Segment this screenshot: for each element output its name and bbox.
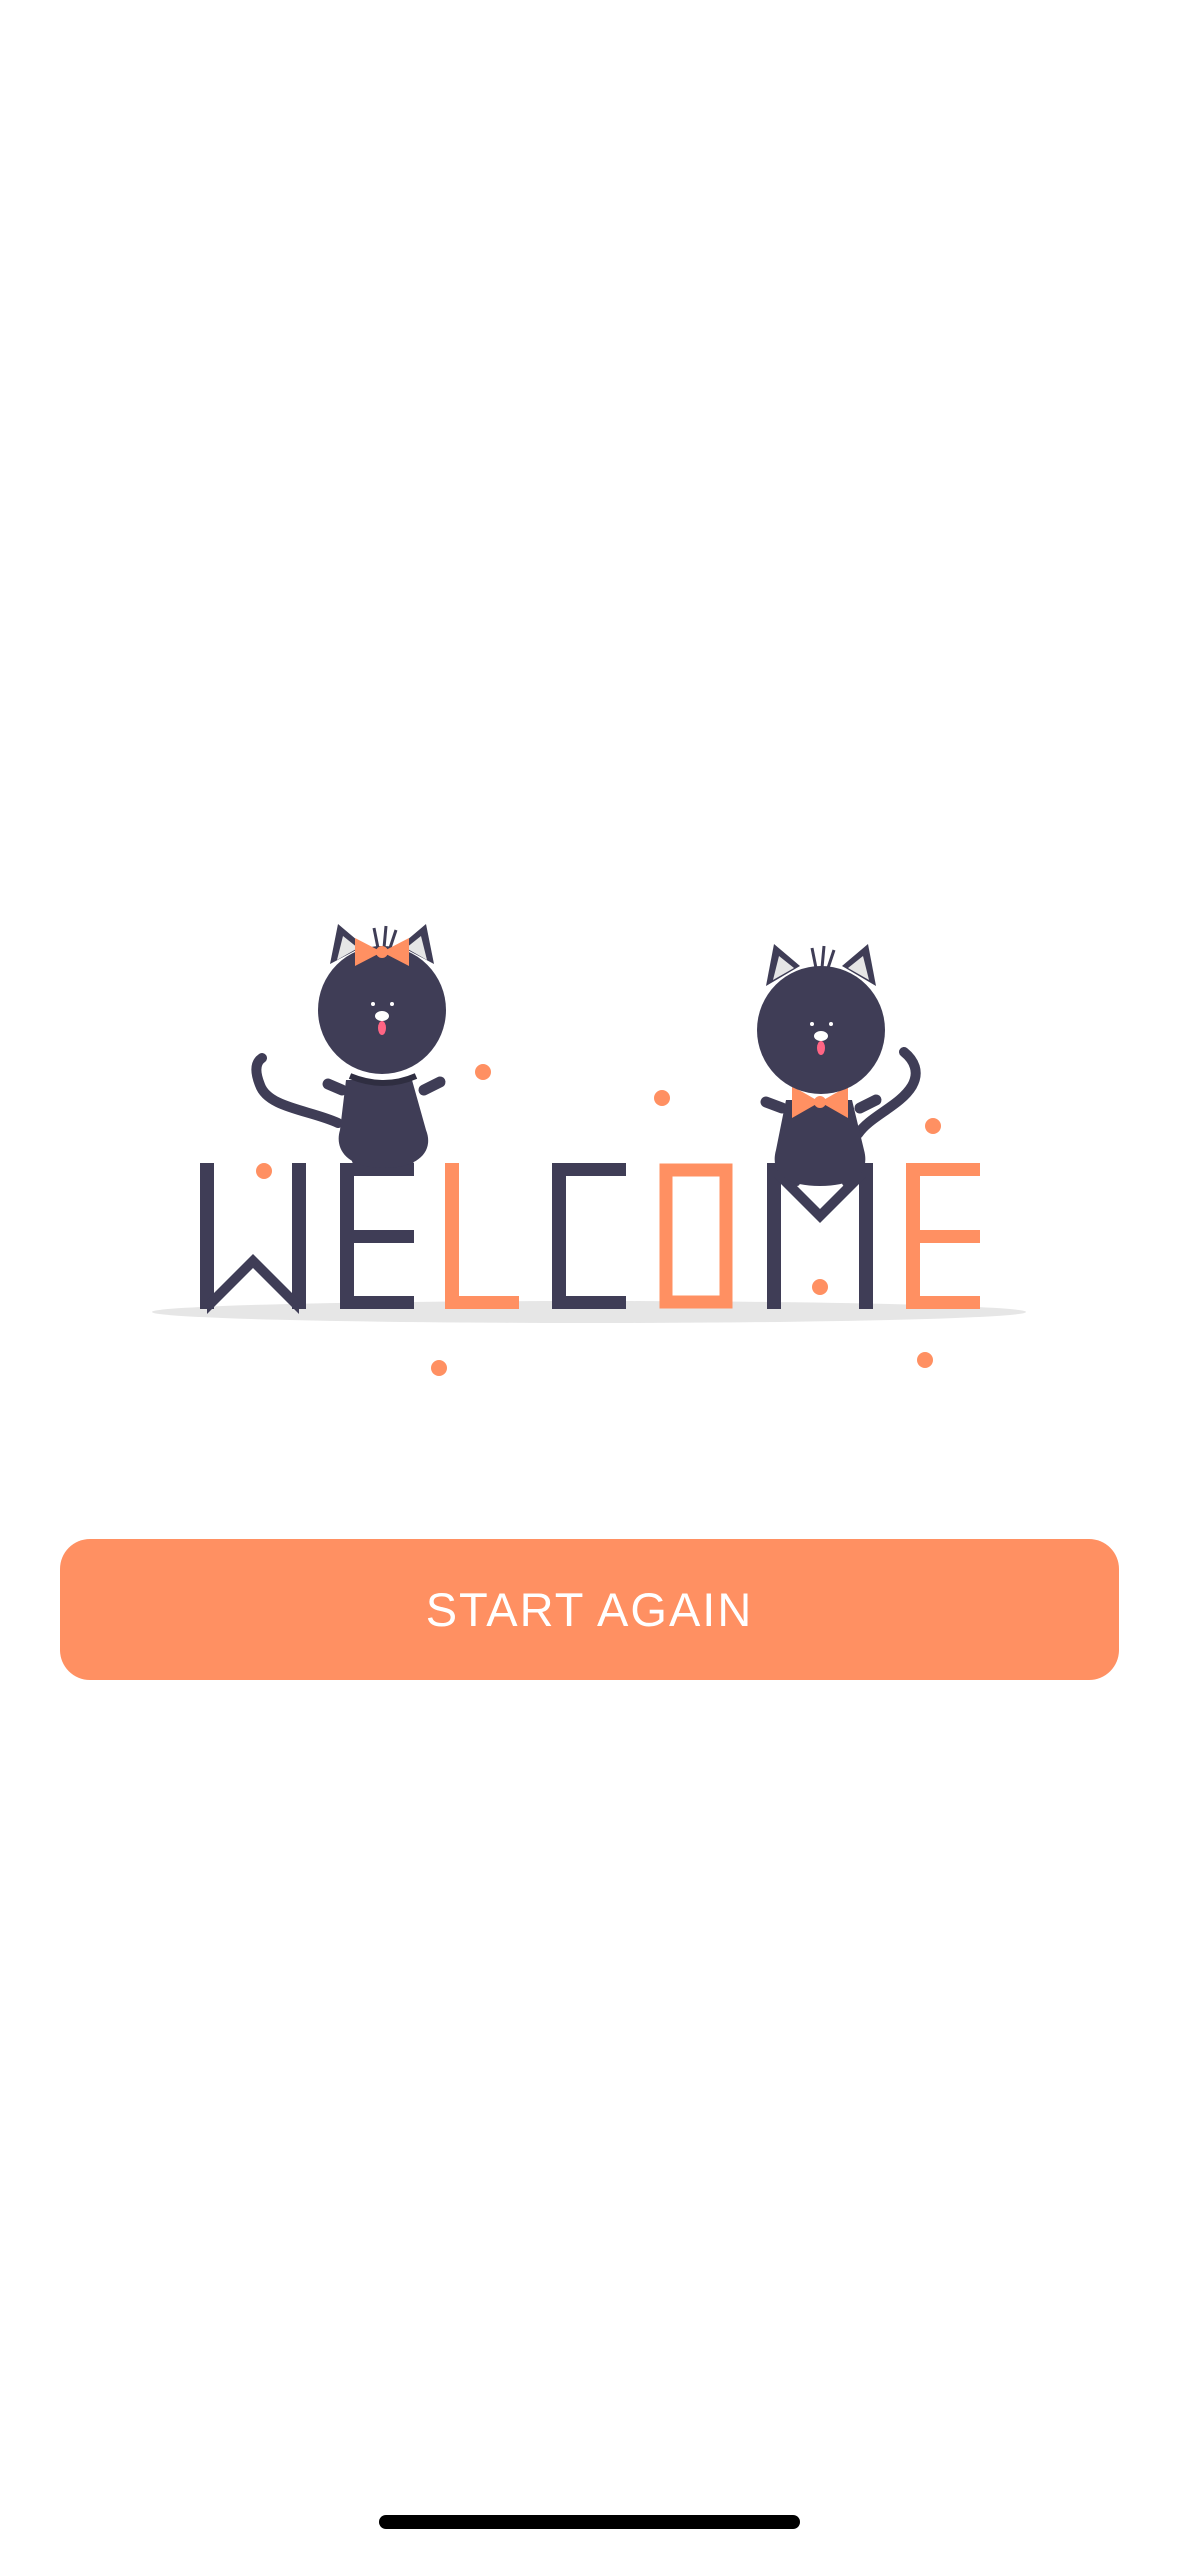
welcome-screen: START AGAIN <box>0 0 1179 2556</box>
welcome-cats-illustration <box>152 924 1026 1376</box>
home-indicator[interactable] <box>379 2515 800 2529</box>
start-again-button[interactable]: START AGAIN <box>60 1539 1119 1680</box>
cat-left <box>251 924 446 1168</box>
cat-right <box>757 944 921 1186</box>
letter-w <box>200 1163 306 1314</box>
letter-l <box>445 1163 519 1309</box>
letter-c <box>552 1163 626 1309</box>
letter-e-last <box>906 1163 980 1309</box>
letter-e-first <box>340 1163 414 1309</box>
letter-o <box>659 1163 733 1309</box>
start-again-label: START AGAIN <box>425 1583 754 1636</box>
